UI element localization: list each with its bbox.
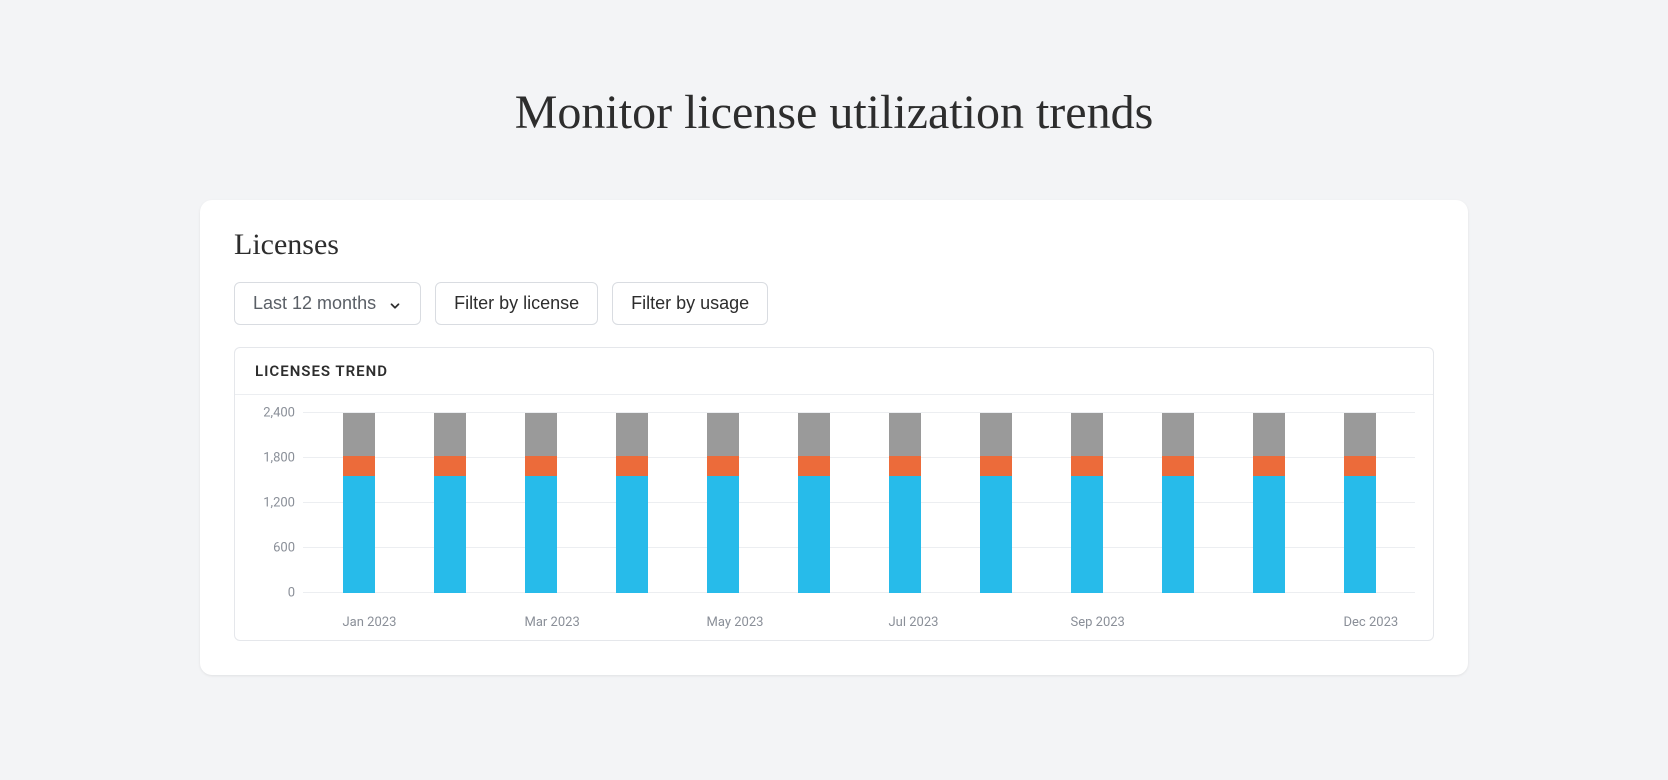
bar-segment-series-a [525,476,557,593]
y-tick-label: 1,800 [263,451,295,466]
bar-column [889,413,921,593]
bar-segment-series-a [434,476,466,593]
y-axis: 06001,2001,8002,400 [243,413,303,593]
bar-segment-series-c [889,413,921,456]
bars-container [303,413,1415,593]
bar-segment-series-c [1071,413,1103,456]
y-tick-label: 2,400 [263,406,295,421]
x-tick-label: Jan 2023 [343,615,375,630]
bar-column [343,413,375,593]
bar-segment-series-b [980,456,1012,476]
bar-segment-series-b [343,456,375,476]
bar-segment-series-b [707,456,739,476]
bar-segment-series-b [525,456,557,476]
x-tick-label [1162,615,1194,630]
bar-column [798,413,830,593]
chart-panel: LICENSES TREND 0 600 1,200 1,800 2,400 Jan 2… [234,347,1434,641]
bar-segment-series-b [1253,456,1285,476]
filter-license-label: Filter by license [454,293,579,314]
bar-segment-series-b [434,456,466,476]
bar-segment-series-b [798,456,830,476]
bar-segment-series-a [616,476,648,593]
bar-segment-series-b [1162,456,1194,476]
filter-usage-label: Filter by usage [631,293,749,314]
bar-segment-series-a [889,476,921,593]
bar-segment-series-c [525,413,557,456]
x-tick-label [434,615,466,630]
bar-segment-series-a [707,476,739,593]
x-tick-label [1253,615,1285,630]
date-range-label: Last 12 months [253,293,376,314]
card-title: Licenses [234,228,1434,262]
bar-segment-series-c [798,413,830,456]
page-title: Monitor license utilization trends [0,0,1668,140]
bar-segment-series-a [343,476,375,593]
bar-segment-series-c [707,413,739,456]
licenses-card: Licenses Last 12 months Filter by licens… [200,200,1468,675]
y-tick-label: 0 [288,586,295,601]
bar-segment-series-c [1344,413,1376,456]
bar-column [1344,413,1376,593]
bar-segment-series-a [1253,476,1285,593]
bar-segment-series-c [434,413,466,456]
bar-column [616,413,648,593]
bar-segment-series-c [343,413,375,456]
filter-bar: Last 12 months Filter by license Filter … [234,282,1434,325]
bar-segment-series-b [889,456,921,476]
bar-segment-series-c [1162,413,1194,456]
x-tick-label [616,615,648,630]
bar-column [980,413,1012,593]
x-tick-label: Jul 2023 [889,615,921,630]
bar-segment-series-b [1344,456,1376,476]
bar-column [1162,413,1194,593]
date-range-dropdown[interactable]: Last 12 months [234,282,421,325]
filter-by-usage-button[interactable]: Filter by usage [612,282,768,325]
x-tick-label: Dec 2023 [1344,615,1376,630]
bar-column [1071,413,1103,593]
x-tick-label: May 2023 [707,615,739,630]
bar-segment-series-a [1071,476,1103,593]
x-tick-label [798,615,830,630]
bar-segment-series-a [798,476,830,593]
x-tick-label: Mar 2023 [525,615,557,630]
bar-segment-series-c [1253,413,1285,456]
bar-segment-series-a [1162,476,1194,593]
bar-segment-series-a [1344,476,1376,593]
bar-segment-series-c [616,413,648,456]
bar-segment-series-c [980,413,1012,456]
filter-by-license-button[interactable]: Filter by license [435,282,598,325]
plot-area [303,413,1415,593]
bar-segment-series-b [1071,456,1103,476]
x-axis: Jan 2023 Mar 2023 May 2023 Jul 2023 Sep 2023… [303,615,1415,630]
chart-title: LICENSES TREND [235,348,1433,395]
bar-column [525,413,557,593]
y-tick-label: 1,200 [263,496,295,511]
x-tick-label: Sep 2023 [1071,615,1103,630]
bar-segment-series-b [616,456,648,476]
bar-column [434,413,466,593]
x-tick-label [980,615,1012,630]
bar-column [707,413,739,593]
bar-segment-series-a [980,476,1012,593]
y-tick-label: 600 [273,541,295,556]
chart-body: 0 600 1,200 1,800 2,400 Jan 2023 Mar 2023 May … [235,395,1433,640]
bar-column [1253,413,1285,593]
chevron-down-icon [388,297,402,311]
